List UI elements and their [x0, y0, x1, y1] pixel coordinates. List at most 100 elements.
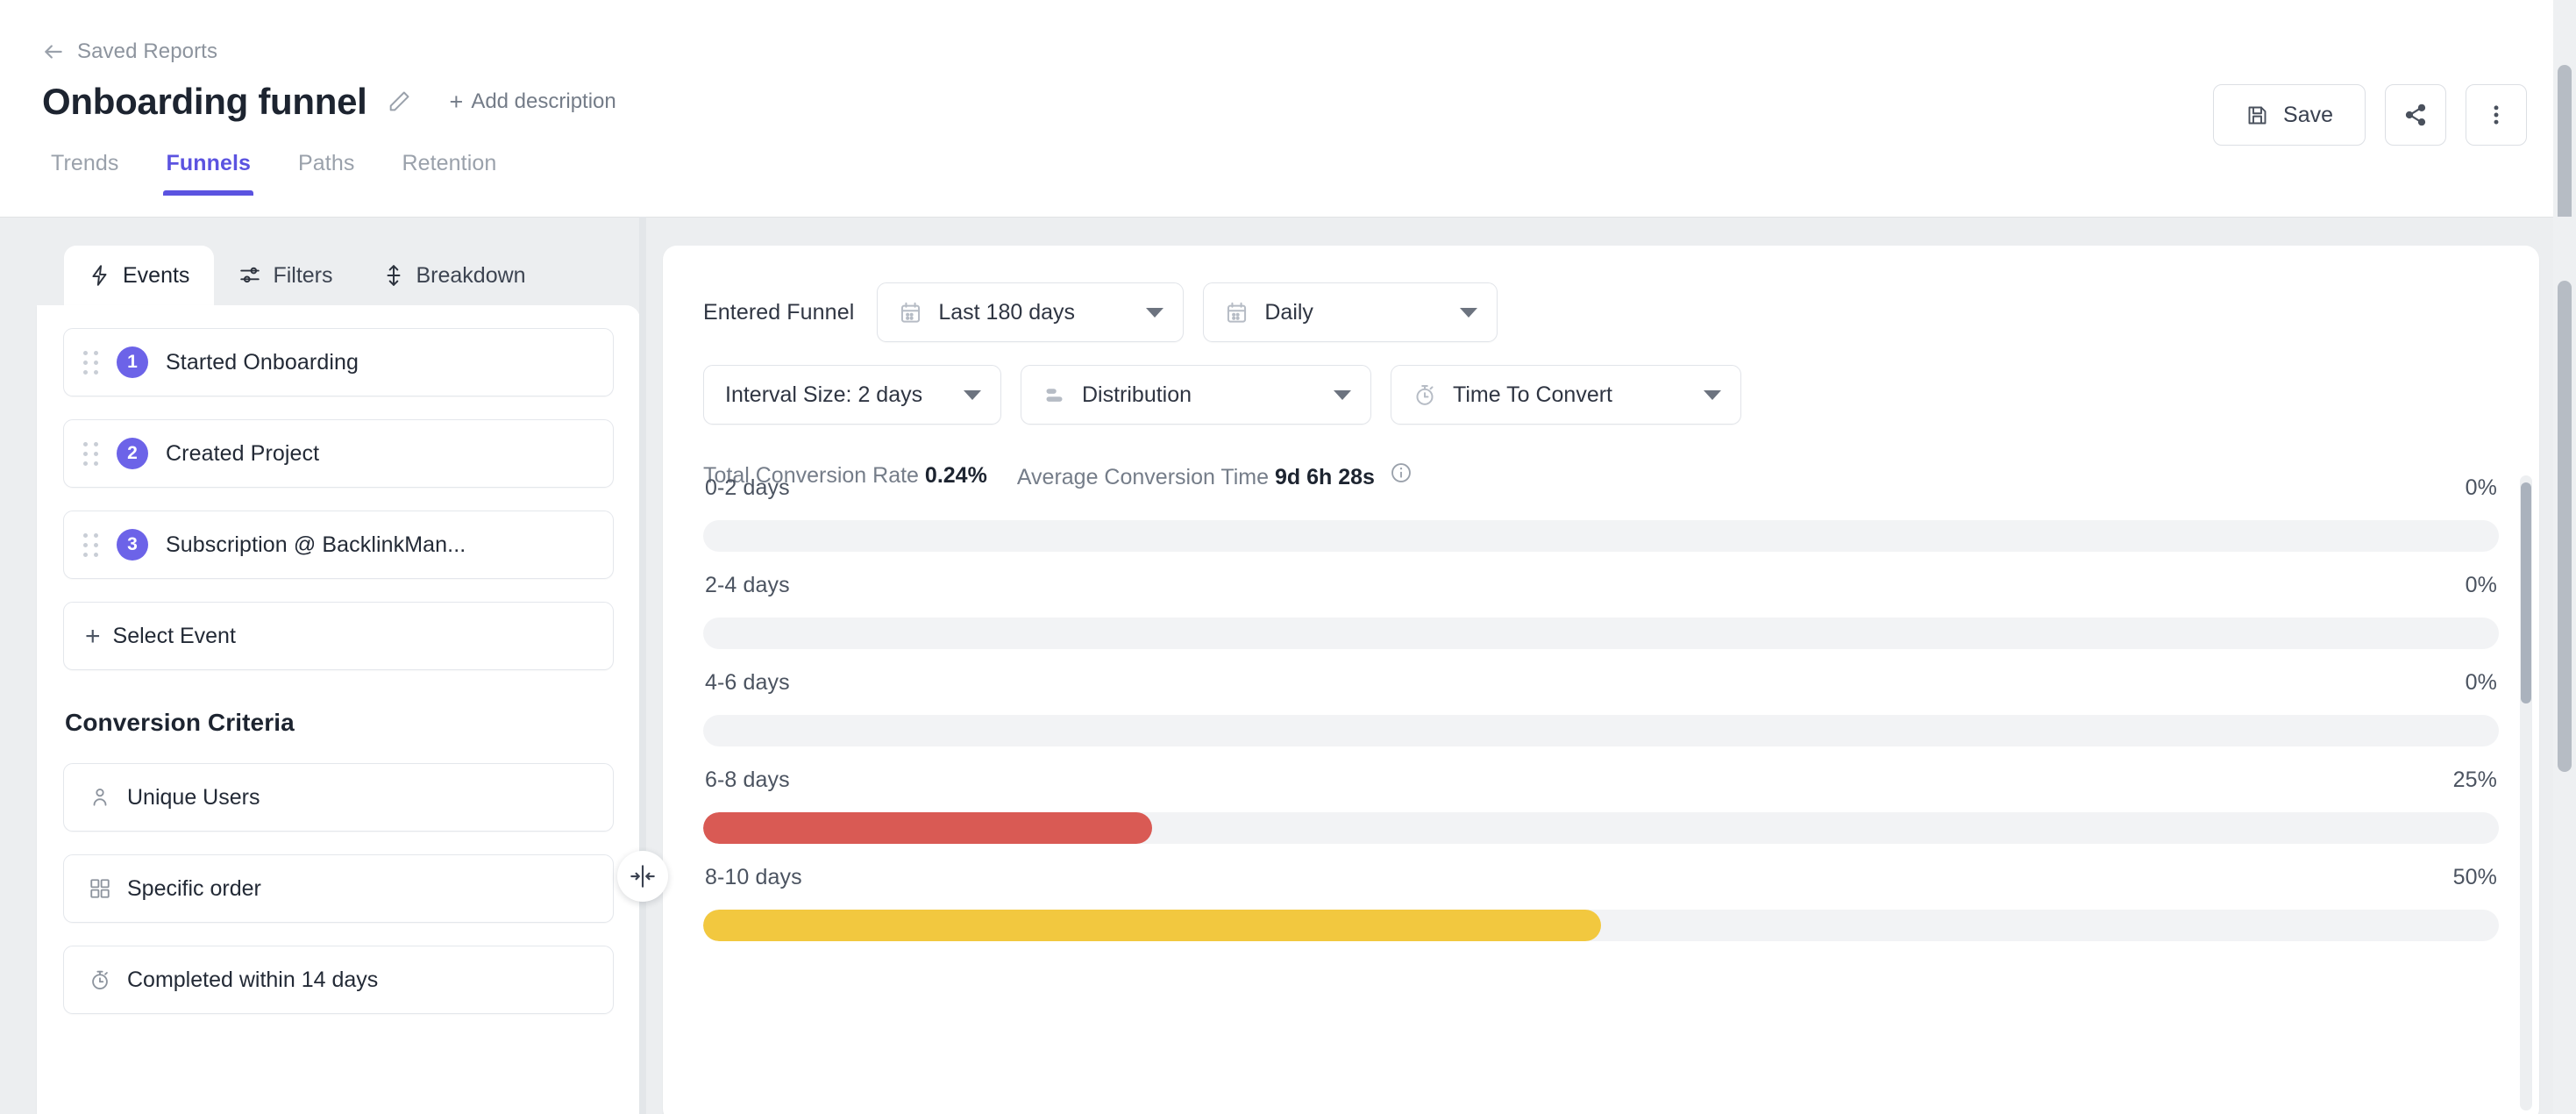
- interval-size-value: Interval Size: 2 days: [725, 382, 923, 407]
- bar-track: [703, 910, 2499, 941]
- lightning-icon: [89, 264, 111, 287]
- granularity-value: Daily: [1264, 299, 1313, 325]
- drag-handle-icon[interactable]: [83, 349, 103, 375]
- app-root: Saved Reports Onboarding funnel + Add de…: [0, 0, 2576, 1114]
- select-event-button[interactable]: + Select Event: [63, 602, 614, 670]
- criteria-label: Completed within 14 days: [127, 967, 379, 992]
- distribution-row-head: 0-2 days 0%: [703, 475, 2499, 501]
- bar-fill: [703, 910, 1601, 941]
- view-mode-value: Distribution: [1082, 382, 1192, 407]
- sidebar-tab-breakdown-label: Breakdown: [416, 262, 526, 288]
- tab-trends[interactable]: Trends: [42, 151, 142, 196]
- view-mode-select[interactable]: Distribution: [1021, 365, 1371, 425]
- sidebar-tab-breakdown[interactable]: Breakdown: [358, 246, 551, 305]
- criteria-label: Specific order: [127, 875, 261, 901]
- bucket-label: 0-2 days: [705, 475, 790, 500]
- person-icon: [89, 786, 111, 809]
- more-vertical-icon: [2484, 103, 2508, 127]
- event-row-2[interactable]: 2 Created Project: [63, 419, 614, 488]
- grid-icon: [89, 877, 111, 900]
- chevron-down-icon: [1146, 307, 1164, 318]
- sidebar-panel: 1 Started Onboarding 2 Created Project 3…: [37, 305, 640, 1114]
- page-title: Onboarding funnel: [42, 81, 367, 122]
- breadcrumb-saved-reports[interactable]: Saved Reports: [42, 39, 217, 64]
- granularity-select[interactable]: Daily: [1203, 282, 1498, 342]
- bucket-value: 0%: [2465, 670, 2497, 695]
- sidebar-tab-events[interactable]: Events: [64, 246, 215, 305]
- metric-select[interactable]: Time To Convert: [1391, 365, 1741, 425]
- bucket-value: 50%: [2452, 865, 2497, 889]
- distribution-row: 8-10 days 50%: [703, 865, 2499, 941]
- bar-track: [703, 715, 2499, 746]
- page-scrollbar-thumb[interactable]: [2558, 281, 2572, 772]
- controls-row-1: Entered Funnel Last 180 days Daily: [703, 282, 2499, 342]
- conversion-criteria-title: Conversion Criteria: [65, 709, 295, 736]
- distribution-row: 4-6 days 0%: [703, 670, 2499, 746]
- criteria-completed-within[interactable]: Completed within 14 days: [63, 946, 614, 1014]
- criteria-specific-order[interactable]: Specific order: [63, 854, 614, 923]
- sidebar-tabs: Events Filters Breakdown: [37, 246, 640, 305]
- event-row-label: Started Onboarding: [166, 349, 359, 375]
- arrow-left-icon: [42, 40, 65, 63]
- stopwatch-icon: [89, 968, 111, 991]
- breadcrumb-label: Saved Reports: [77, 39, 218, 63]
- query-sidebar: Events Filters Breakdown 1 Started Onboa…: [37, 246, 640, 1114]
- content-area: Events Filters Breakdown 1 Started Onboa…: [0, 217, 2576, 1114]
- page-scrollbar-thumb-top[interactable]: [2558, 65, 2572, 217]
- bar-track: [703, 520, 2499, 552]
- bucket-label: 4-6 days: [705, 670, 790, 695]
- plus-icon: +: [449, 88, 464, 115]
- arrows-vertical-icon: [382, 264, 405, 287]
- stopwatch-icon: [1413, 382, 1437, 407]
- header-actions: Save: [2213, 84, 2527, 146]
- event-step-badge: 1: [117, 346, 148, 378]
- date-range-value: Last 180 days: [938, 299, 1076, 325]
- sidebar-tab-events-label: Events: [123, 262, 190, 288]
- tab-retention[interactable]: Retention: [378, 151, 520, 196]
- save-button-label: Save: [2283, 102, 2333, 127]
- date-range-select[interactable]: Last 180 days: [877, 282, 1185, 342]
- tab-paths[interactable]: Paths: [274, 151, 378, 196]
- chart-scrollbar-thumb[interactable]: [2521, 482, 2531, 703]
- add-description-button[interactable]: + Add description: [450, 89, 616, 114]
- interval-size-select[interactable]: Interval Size: 2 days: [703, 365, 1001, 425]
- bucket-value: 25%: [2452, 768, 2497, 792]
- distribution-row: 0-2 days 0%: [703, 475, 2499, 552]
- bucket-value: 0%: [2465, 475, 2497, 500]
- bar-track: [703, 812, 2499, 844]
- bucket-value: 0%: [2465, 573, 2497, 597]
- event-row-1[interactable]: 1 Started Onboarding: [63, 328, 614, 396]
- bucket-label: 8-10 days: [705, 865, 802, 889]
- chart-panel: Entered Funnel Last 180 days Daily Inter…: [663, 246, 2539, 1114]
- pencil-icon[interactable]: [385, 88, 413, 116]
- tab-funnels[interactable]: Funnels: [142, 151, 274, 196]
- chart-scrollbar[interactable]: [2520, 475, 2532, 1110]
- more-options-button[interactable]: [2466, 84, 2527, 146]
- drag-handle-icon[interactable]: [83, 440, 103, 467]
- event-step-badge: 2: [117, 438, 148, 469]
- sliders-icon: [238, 264, 261, 287]
- criteria-unique-users[interactable]: Unique Users: [63, 763, 614, 832]
- panel-splitter[interactable]: [639, 217, 646, 1114]
- sidebar-tab-filters[interactable]: Filters: [214, 246, 357, 305]
- sidebar-tab-filters-label: Filters: [273, 262, 333, 288]
- select-event-label: Select Event: [112, 623, 236, 648]
- chevron-down-icon: [964, 389, 981, 400]
- collapse-panel-icon[interactable]: [617, 851, 668, 902]
- metric-value: Time To Convert: [1453, 382, 1613, 407]
- plus-icon: +: [85, 621, 101, 651]
- bar-fill: [703, 812, 1152, 844]
- criteria-label: Unique Users: [127, 784, 260, 810]
- distribution-row: 6-8 days 25%: [703, 768, 2499, 844]
- title-row: Onboarding funnel + Add description: [42, 83, 616, 120]
- distribution-row: 2-4 days 0%: [703, 573, 2499, 649]
- calendar-icon: [1225, 301, 1249, 325]
- drag-handle-icon[interactable]: [83, 532, 103, 558]
- save-button[interactable]: Save: [2213, 84, 2366, 146]
- chevron-down-icon: [1704, 389, 1721, 400]
- event-row-3[interactable]: 3 Subscription @ BacklinkMan...: [63, 511, 614, 579]
- event-row-label: Created Project: [166, 440, 320, 466]
- share-button[interactable]: [2385, 84, 2446, 146]
- page-scrollbar-top[interactable]: [2553, 0, 2576, 217]
- distribution-row-head: 2-4 days 0%: [703, 573, 2499, 598]
